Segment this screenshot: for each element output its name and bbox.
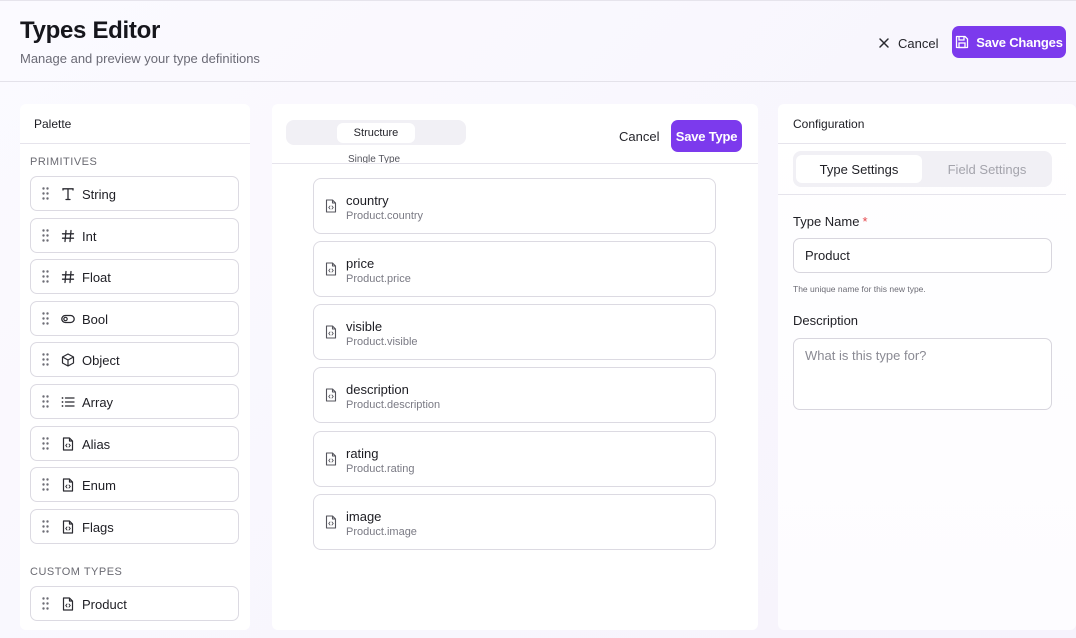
save-icon: [956, 35, 969, 49]
page-header: Types Editor Manage and preview your typ…: [0, 0, 1076, 82]
field-card-visible[interactable]: visible Product.visible: [313, 304, 716, 360]
divider: [778, 194, 1066, 195]
cube-icon: [61, 353, 75, 367]
field-path: Product.image: [346, 526, 417, 538]
drag-handle-icon[interactable]: [42, 229, 49, 242]
palette-panel: Palette PRIMITIVES String Int Float Bool…: [20, 104, 250, 630]
palette-item-label: Flags: [82, 520, 114, 535]
palette-item-label: Object: [82, 353, 120, 368]
tab-structure[interactable]: Structure: [337, 123, 415, 143]
hash-icon: [61, 229, 75, 243]
type-name-label: Type Name *: [793, 214, 868, 229]
structure-cancel-button[interactable]: Cancel: [619, 129, 659, 144]
page-subtitle: Manage and preview your type definitions: [20, 51, 260, 66]
field-path: Product.country: [346, 210, 424, 222]
palette-item-label: Int: [82, 229, 97, 244]
field-card-image[interactable]: image Product.image: [313, 494, 716, 550]
divider: [272, 163, 758, 164]
field-card-country[interactable]: country Product.country: [313, 178, 716, 234]
header-cancel-button[interactable]: Cancel: [878, 33, 938, 53]
file-code-icon: [62, 597, 74, 611]
required-marker: *: [862, 214, 868, 229]
drag-handle-icon[interactable]: [42, 437, 49, 450]
save-type-button[interactable]: Save Type: [671, 120, 742, 152]
save-changes-button[interactable]: Save Changes: [952, 26, 1066, 58]
palette-item-float[interactable]: Float: [30, 259, 239, 294]
file-code-icon: [325, 388, 337, 402]
palette-item-bool[interactable]: Bool: [30, 301, 239, 336]
palette-item-label: Alias: [82, 437, 111, 452]
file-code-icon: [325, 515, 337, 529]
configuration-title: Configuration: [793, 117, 865, 131]
custom-types-section-label: CUSTOM TYPES: [30, 566, 123, 578]
file-code-icon: [325, 452, 337, 466]
description-label: Description: [793, 313, 859, 328]
primitives-section-label: PRIMITIVES: [30, 156, 98, 168]
field-name: price: [346, 256, 375, 271]
palette-item-label: String: [82, 187, 116, 202]
text-icon: [62, 188, 74, 201]
type-name-label-text: Type Name: [793, 214, 860, 229]
field-path: Product.rating: [346, 463, 415, 475]
settings-tabs: Type Settings Field Settings: [793, 151, 1052, 187]
palette-item-object[interactable]: Object: [30, 342, 239, 377]
list-icon: [61, 397, 75, 407]
save-changes-label: Save Changes: [976, 34, 1063, 50]
field-card-price[interactable]: price Product.price: [313, 241, 716, 297]
divider: [20, 143, 250, 144]
field-name: description: [346, 382, 409, 397]
palette-item-label: Product: [82, 597, 127, 612]
palette-item-label: Float: [82, 270, 111, 285]
palette-item-alias[interactable]: Alias: [30, 426, 239, 461]
field-name: image: [346, 509, 382, 524]
field-path: Product.visible: [346, 336, 418, 348]
palette-item-label: Array: [82, 395, 114, 410]
field-name: country: [346, 193, 389, 208]
palette-item-flags[interactable]: Flags: [30, 509, 239, 544]
palette-item-product[interactable]: Product: [30, 586, 239, 621]
field-card-description[interactable]: description Product.description: [313, 367, 716, 423]
file-code-icon: [62, 437, 74, 451]
type-name-input[interactable]: [793, 238, 1052, 273]
file-code-icon: [325, 262, 337, 276]
view-segmented-control: Structure: [286, 120, 466, 145]
description-textarea[interactable]: [793, 338, 1052, 410]
divider: [778, 143, 1066, 144]
hash-icon: [61, 270, 75, 284]
palette-title: Palette: [34, 117, 72, 131]
drag-handle-icon[interactable]: [42, 312, 49, 325]
field-path: Product.price: [346, 273, 411, 285]
structure-panel: Structure Single Type Cancel Save Type c…: [272, 104, 758, 630]
file-code-icon: [325, 199, 337, 213]
palette-item-string[interactable]: String: [30, 176, 239, 211]
file-code-icon: [325, 325, 337, 339]
palette-item-label: Bool: [82, 312, 109, 327]
drag-handle-icon[interactable]: [42, 478, 49, 491]
field-name: visible: [346, 319, 383, 334]
drag-handle-icon[interactable]: [42, 353, 49, 366]
palette-item-int[interactable]: Int: [30, 218, 239, 253]
palette-item-enum[interactable]: Enum: [30, 467, 239, 502]
type-name-hint: The unique name for this new type.: [793, 284, 926, 294]
file-code-icon: [62, 478, 74, 492]
drag-handle-icon[interactable]: [42, 520, 49, 533]
page-title: Types Editor: [20, 17, 160, 44]
drag-handle-icon[interactable]: [42, 270, 49, 283]
field-card-rating[interactable]: rating Product.rating: [313, 431, 716, 487]
file-code-icon: [62, 520, 74, 534]
header-cancel-label: Cancel: [898, 35, 939, 51]
field-path: Product.description: [346, 399, 441, 411]
field-name: rating: [346, 446, 379, 461]
drag-handle-icon[interactable]: [42, 597, 49, 610]
drag-handle-icon[interactable]: [42, 187, 49, 200]
palette-item-array[interactable]: Array: [30, 384, 239, 419]
toggle-icon: [61, 314, 75, 324]
tab-field-settings[interactable]: Field Settings: [924, 155, 1050, 183]
tab-type-settings[interactable]: Type Settings: [796, 155, 922, 183]
close-icon: [879, 38, 889, 48]
drag-handle-icon[interactable]: [42, 395, 49, 408]
configuration-panel: Configuration Type Settings Field Settin…: [778, 104, 1076, 630]
palette-item-label: Enum: [82, 478, 116, 493]
